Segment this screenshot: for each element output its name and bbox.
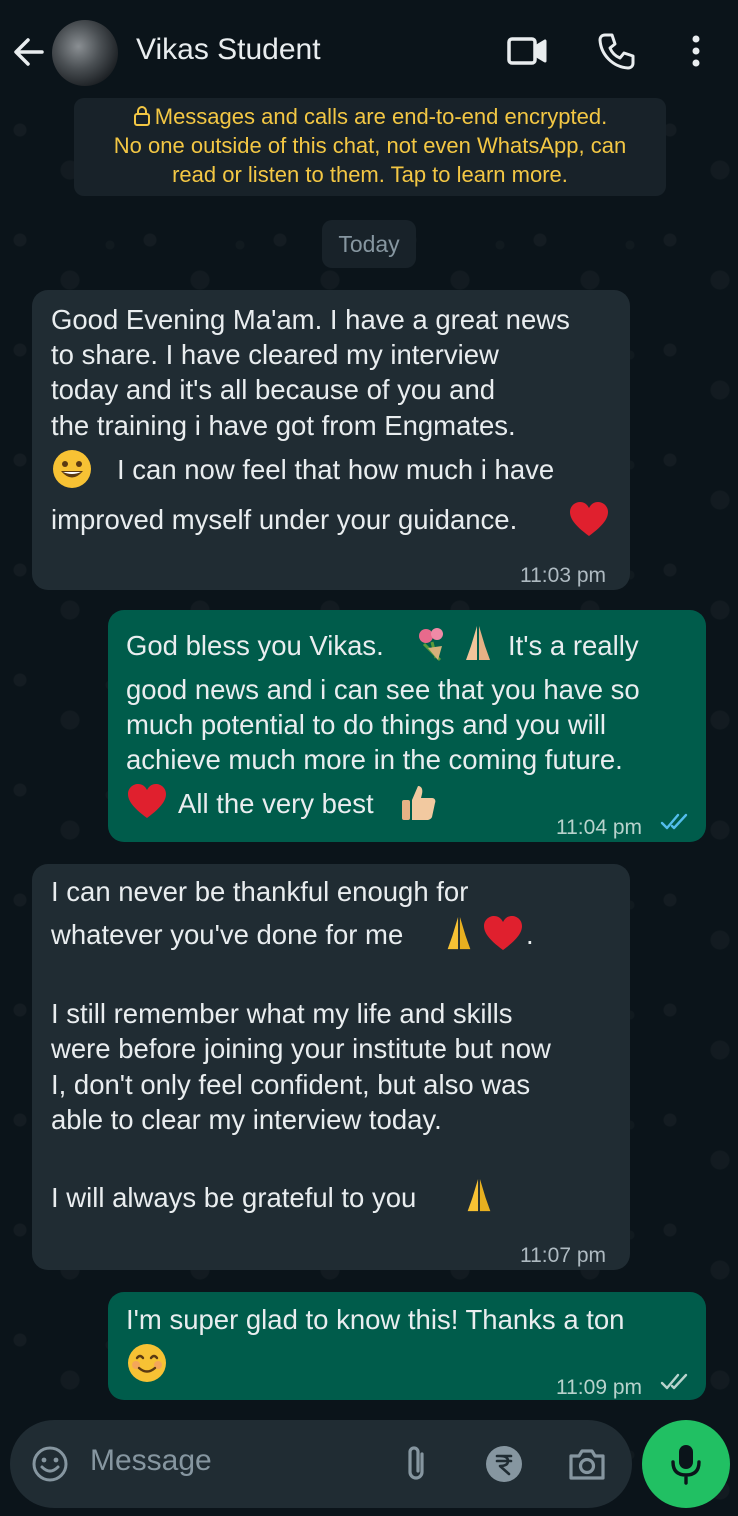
message-text: improved myself under your guidance.: [51, 504, 518, 535]
more-vertical-icon: [692, 35, 700, 67]
phone-icon: [598, 33, 635, 70]
rupee-icon: [486, 1446, 522, 1482]
message-time: 11:04 pm: [556, 816, 642, 839]
video-call-button[interactable]: [506, 30, 548, 77]
payment-button[interactable]: [484, 1444, 524, 1489]
message-text: I can never be thankful enough for: [51, 876, 469, 907]
message-text: Good Evening Ma'am. I have a great news: [51, 304, 570, 335]
message-text: I still remember what my life and skills: [51, 998, 513, 1029]
message-text: able to clear my interview today.: [51, 1104, 442, 1135]
message-text: All the very best: [178, 788, 374, 819]
encryption-text-line3: read or listen to them. Tap to learn mor…: [172, 162, 568, 187]
encryption-text-line1: Messages and calls are end-to-end encryp…: [154, 104, 608, 129]
message-text: were before joining your institute but n…: [51, 1033, 551, 1064]
message-text: the training i have got from Engmates.: [51, 410, 516, 441]
back-button[interactable]: [12, 32, 48, 72]
message-bubble-incoming[interactable]: I can never be thankful enough for whate…: [32, 864, 630, 1270]
smiling-face-emoji-icon: [128, 1344, 166, 1382]
message-time: 11:03 pm: [520, 564, 606, 587]
folded-hands-emoji-icon: [467, 1179, 491, 1212]
contact-name[interactable]: Vikas Student: [136, 33, 321, 67]
message-text: I'm super glad to know this! Thanks a to…: [126, 1304, 625, 1335]
red-heart-emoji-icon: [570, 502, 608, 536]
emoji-icon: [32, 1446, 68, 1482]
message-bubble-outgoing[interactable]: I'm super glad to know this! Thanks a to…: [108, 1292, 706, 1400]
video-call-icon: [507, 37, 547, 65]
message-text: to share. I have cleared my interview: [51, 339, 499, 370]
read-receipt-icon: [660, 813, 688, 830]
camera-icon: [569, 1449, 605, 1480]
folded-hands-emoji-icon: [447, 917, 471, 950]
arrow-left-icon: [14, 38, 44, 66]
message-bubble-outgoing[interactable]: God bless you Vikas. It's a really good …: [108, 610, 706, 842]
message-input[interactable]: Message: [90, 1444, 212, 1478]
message-text: I can now feel that how much i have: [117, 454, 555, 485]
message-text: good news and i can see that you have so: [126, 674, 640, 705]
encryption-notice[interactable]: Messages and calls are end-to-end encryp…: [74, 98, 666, 196]
voice-message-button[interactable]: [642, 1420, 730, 1508]
red-heart-emoji-icon: [484, 916, 522, 950]
grinning-face-emoji-icon: [53, 450, 91, 488]
message-text: much potential to do things and you will: [126, 709, 607, 740]
thumbs-up-emoji-icon: [402, 786, 436, 820]
paperclip-icon: [408, 1446, 424, 1480]
message-time: 11:07 pm: [520, 1244, 606, 1267]
message-text: God bless you Vikas.: [126, 630, 384, 661]
message-time: 11:09 pm: [556, 1376, 642, 1399]
lock-icon: [133, 106, 150, 126]
message-text: today and it's all because of you and: [51, 374, 496, 405]
folded-hands-emoji-icon: [466, 626, 490, 660]
chat-header: Vikas Student: [0, 0, 738, 100]
delivered-receipt-icon: [660, 1373, 688, 1390]
message-text: It's a really: [508, 630, 639, 661]
more-options-button[interactable]: [684, 30, 708, 77]
red-heart-emoji-icon: [128, 784, 166, 818]
message-text: whatever you've done for me: [51, 919, 404, 950]
message-composer[interactable]: Message: [10, 1420, 632, 1508]
voice-call-button[interactable]: [596, 30, 638, 77]
message-text: I, don't only feel confident, but also w…: [51, 1069, 531, 1100]
date-separator: Today: [322, 220, 416, 268]
encryption-text-line2: No one outside of this chat, not even Wh…: [113, 133, 627, 158]
message-text: .: [526, 919, 534, 950]
message-text: achieve much more in the coming future.: [126, 744, 623, 775]
message-bubble-incoming[interactable]: Good Evening Ma'am. I have a great news …: [32, 290, 630, 590]
camera-button[interactable]: [566, 1444, 608, 1489]
attach-button[interactable]: [400, 1444, 436, 1489]
message-text: I will always be grateful to you: [51, 1182, 417, 1213]
mic-icon: [671, 1445, 701, 1485]
avatar[interactable]: [52, 20, 118, 86]
emoji-button[interactable]: [30, 1444, 70, 1489]
bouquet-emoji-icon: [419, 628, 443, 662]
